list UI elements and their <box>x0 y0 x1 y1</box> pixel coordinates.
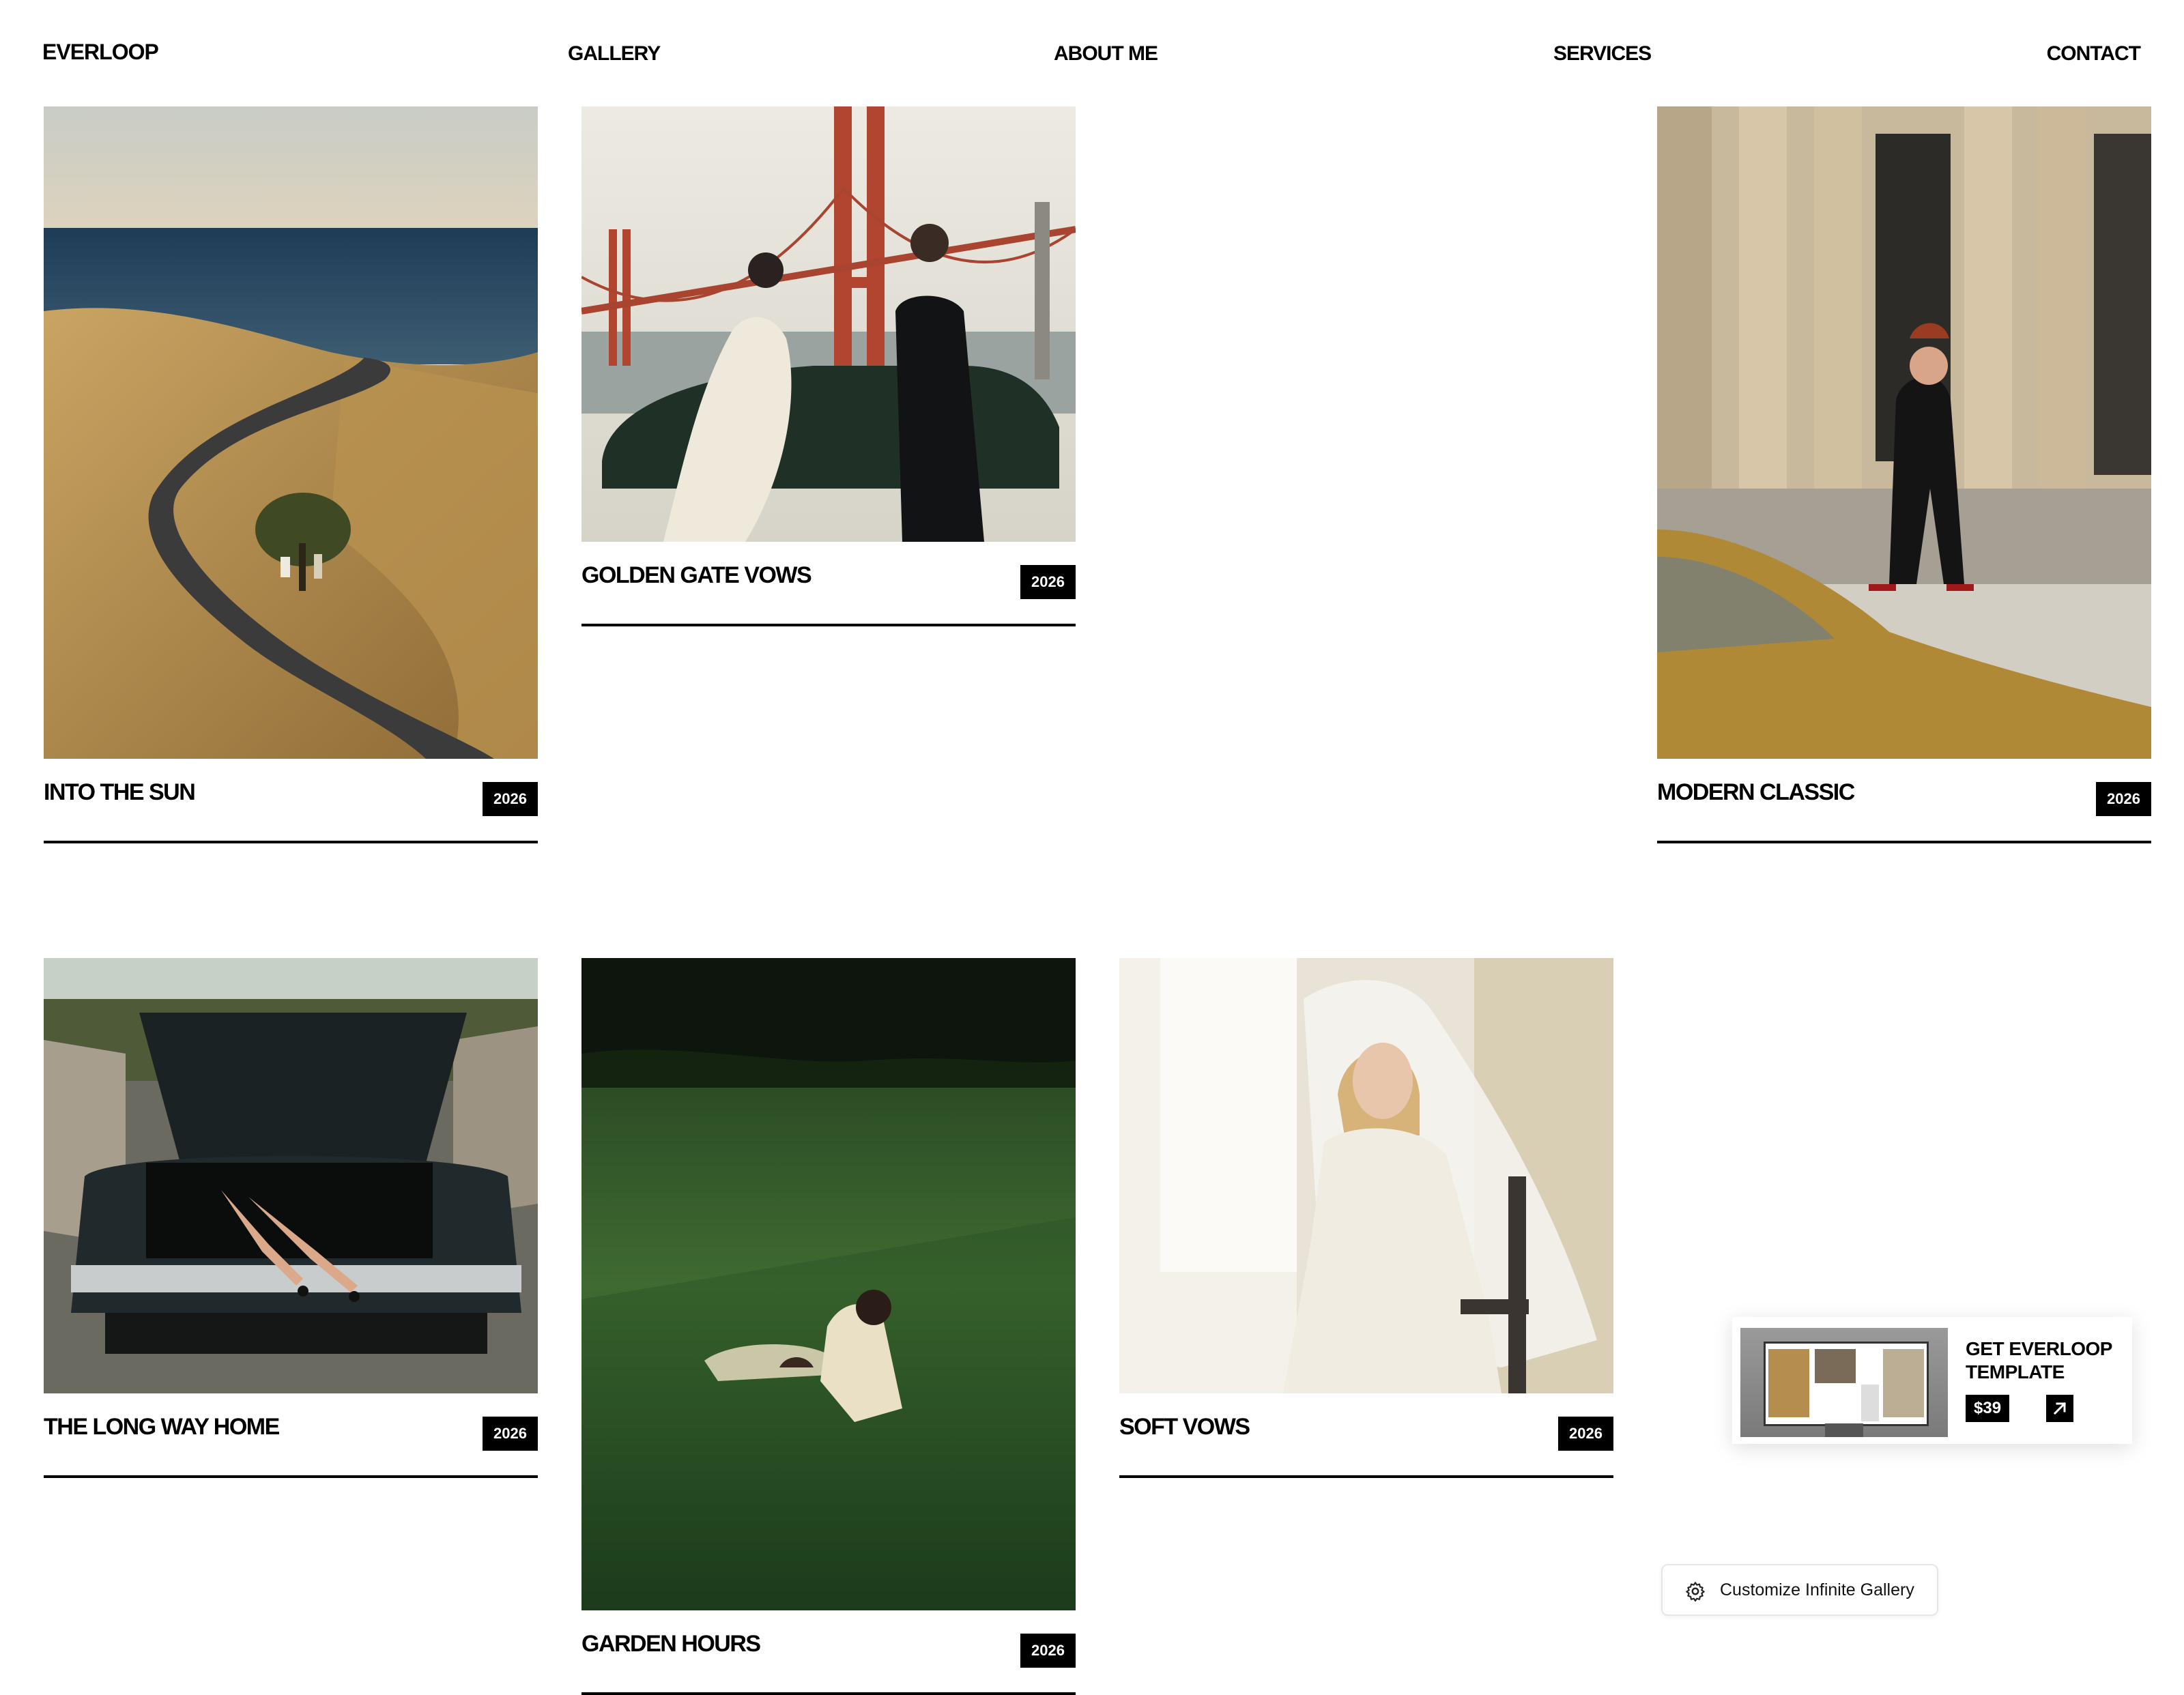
card-title: MODERN CLASSIC <box>1657 779 1855 805</box>
gallery-photo[interactable] <box>1657 106 2151 759</box>
nav-services[interactable]: SERVICES <box>1553 42 1652 66</box>
gallery-photo[interactable] <box>581 958 1076 1610</box>
year-badge: 2026 <box>1020 565 1076 599</box>
year-badge: 2026 <box>2096 782 2151 816</box>
gallery-card[interactable]: INTO THE SUN 2026 <box>44 106 538 843</box>
card-divider <box>44 1475 538 1478</box>
monitor-icon <box>1764 1342 1929 1426</box>
card-title: SOFT VOWS <box>1119 1414 1250 1440</box>
gallery-card[interactable]: GOLDEN GATE VOWS 2026 <box>581 106 1076 626</box>
year-badge: 2026 <box>1558 1417 1613 1451</box>
card-divider <box>1119 1475 1613 1478</box>
card-title: THE LONG WAY HOME <box>44 1414 280 1440</box>
arrow-up-right-icon[interactable] <box>2046 1395 2073 1422</box>
nav-gallery[interactable]: GALLERY <box>568 42 661 66</box>
template-preview-image <box>1740 1328 1948 1437</box>
gallery-card[interactable]: MODERN CLASSIC 2026 <box>1657 106 2151 843</box>
monitor-stand <box>1825 1423 1863 1437</box>
card-title: INTO THE SUN <box>44 779 196 805</box>
gallery-photo[interactable] <box>581 106 1076 542</box>
gear-icon <box>1686 1582 1705 1602</box>
price-badge: $39 <box>1966 1395 2010 1422</box>
card-title: GOLDEN GATE VOWS <box>581 562 812 588</box>
card-divider <box>1657 841 2151 843</box>
promo-title: GET EVERLOOP TEMPLATE <box>1966 1338 2112 1382</box>
gallery-photo[interactable] <box>1119 958 1613 1393</box>
gallery-card[interactable]: GARDEN HOURS 2026 <box>581 958 1076 1695</box>
card-title: GARDEN HOURS <box>581 1631 761 1657</box>
year-badge: 2026 <box>483 1417 538 1451</box>
nav-about-me[interactable]: ABOUT ME <box>1054 42 1158 66</box>
site-logo[interactable]: EVERLOOP <box>42 40 159 65</box>
nav-contact[interactable]: CONTACT <box>2047 42 2141 66</box>
gallery-photo[interactable] <box>44 958 538 1393</box>
gallery-card[interactable]: SOFT VOWS 2026 <box>1119 958 1613 1478</box>
template-promo-card[interactable]: GET EVERLOOP TEMPLATE $39 <box>1732 1317 2132 1444</box>
card-divider <box>44 841 538 843</box>
card-divider <box>581 624 1076 626</box>
gallery-photo[interactable] <box>44 106 538 759</box>
year-badge: 2026 <box>483 782 538 816</box>
card-divider <box>581 1692 1076 1695</box>
customize-label: Customize Infinite Gallery <box>1720 1580 1914 1599</box>
customize-gallery-button[interactable]: Customize Infinite Gallery <box>1661 1564 1938 1616</box>
gallery-card[interactable]: THE LONG WAY HOME 2026 <box>44 958 538 1478</box>
year-badge: 2026 <box>1020 1634 1076 1668</box>
